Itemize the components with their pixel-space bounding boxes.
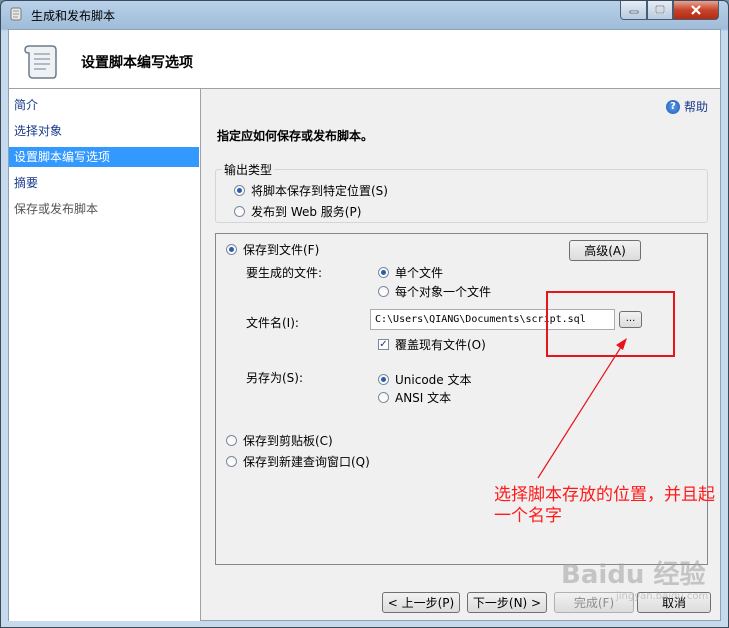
highlight-box [546, 291, 675, 357]
radio-single-file[interactable]: 单个文件 [378, 264, 443, 281]
overwrite-checkbox[interactable]: ✓ 覆盖现有文件(O) [378, 336, 486, 353]
window-title: 生成和发布脚本 [31, 9, 116, 23]
wizard-header: 设置脚本编写选项 [9, 30, 720, 89]
radio-dot [378, 286, 389, 297]
page-title: 设置脚本编写选项 [81, 55, 193, 71]
maximize-icon [655, 5, 665, 14]
script-icon [10, 7, 22, 21]
output-type-label: 输出类型 [222, 161, 275, 178]
help-link[interactable]: ? 帮助 [666, 98, 708, 115]
nav-item-scripting-options[interactable]: 设置脚本编写选项 [9, 147, 199, 167]
filename-label: 文件名(I): [246, 316, 299, 330]
nav-item-save-publish[interactable]: 保存或发布脚本 [9, 199, 199, 219]
radio-ansi-text[interactable]: ANSI 文本 [378, 389, 451, 406]
minimize-button[interactable] [620, 1, 647, 20]
watermark-logo: Baidu 经验 [561, 560, 706, 590]
radio-dot [378, 267, 389, 278]
close-icon [691, 5, 701, 15]
check-icon: ✓ [378, 339, 389, 350]
nav-item-summary[interactable]: 摘要 [9, 173, 199, 193]
radio-dot [378, 392, 389, 403]
annotation-text: 选择脚本存放的位置，并且起一个名字 [494, 485, 715, 526]
close-button[interactable] [673, 1, 719, 20]
radio-unicode-text[interactable]: Unicode 文本 [378, 371, 471, 388]
radio-save-location[interactable]: 将脚本保存到特定位置(S) [234, 182, 388, 199]
help-icon: ? [666, 99, 680, 114]
radio-dot [226, 435, 237, 446]
radio-dot [378, 374, 389, 385]
maximize-button[interactable] [647, 1, 673, 20]
nav-item-select-objects[interactable]: 选择对象 [9, 121, 199, 141]
radio-dot [234, 185, 245, 196]
radio-dot [226, 456, 237, 467]
radio-save-to-new-query[interactable]: 保存到新建查询窗口(Q) [226, 453, 370, 470]
files-to-generate-label: 要生成的文件: [246, 266, 323, 280]
wizard-nav: 简介 选择对象 设置脚本编写选项 摘要 保存或发布脚本 [9, 89, 201, 621]
minimize-icon [629, 10, 638, 14]
help-label: 帮助 [684, 100, 709, 114]
radio-dot [234, 206, 245, 217]
instruction-text: 指定应如何保存或发布脚本。 [217, 129, 374, 143]
next-button[interactable]: 下一步(N) > [467, 592, 547, 613]
nav-item-intro[interactable]: 简介 [9, 95, 199, 115]
watermark-url: jingyan.baidu.com [616, 591, 709, 602]
radio-dot [226, 244, 237, 255]
radio-file-per-object[interactable]: 每个对象一个文件 [378, 283, 491, 300]
radio-publish-web[interactable]: 发布到 Web 服务(P) [234, 203, 361, 220]
radio-save-to-file[interactable]: 保存到文件(F) [226, 241, 319, 258]
save-as-label: 另存为(S): [246, 371, 304, 385]
radio-save-to-clipboard[interactable]: 保存到剪贴板(C) [226, 432, 333, 449]
advanced-button[interactable]: 高级(A) [569, 240, 641, 261]
title-bar[interactable]: 生成和发布脚本 [1, 1, 728, 29]
script-scroll-icon [24, 45, 57, 79]
previous-button[interactable]: < 上一步(P) [382, 592, 460, 613]
dialog-window: 生成和发布脚本 设置脚本编写选项 简介 选择对象 设置脚本编写选项 摘要 保存或… [0, 0, 729, 628]
